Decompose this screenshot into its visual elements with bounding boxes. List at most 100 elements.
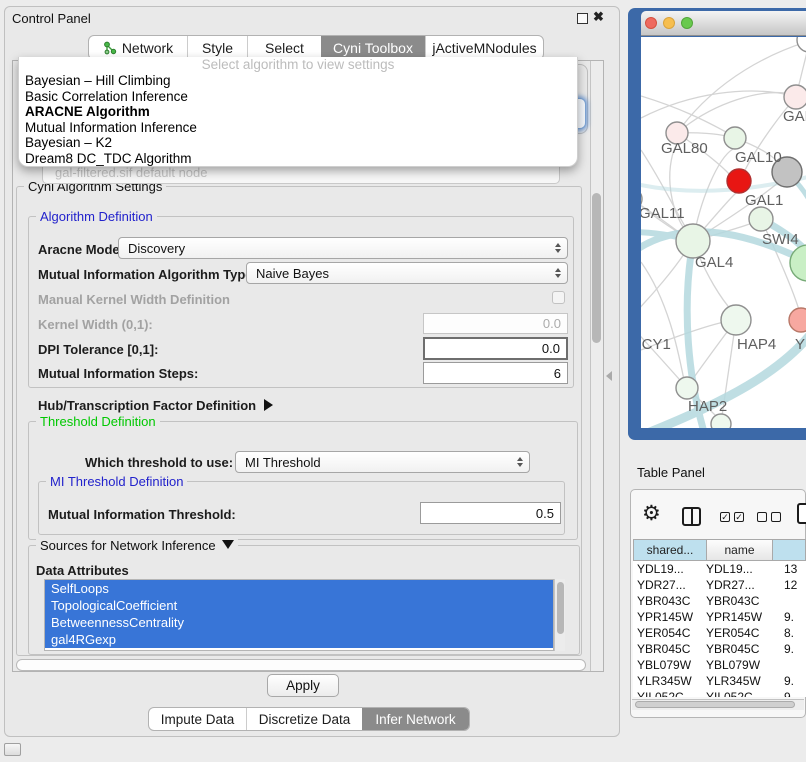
tab-network[interactable]: Network — [89, 36, 187, 59]
table-row[interactable]: YDR27...YDR27...12 — [633, 577, 806, 593]
settings-vscrollbar-thumb[interactable] — [592, 193, 601, 343]
network-graph: GAL GAL80 GAL10 GAL1 GAL11 SWI4 GAL4 GCY… — [641, 37, 806, 428]
node-label: Y — [795, 336, 805, 353]
mi-threshold-field[interactable]: 0.5 — [420, 502, 561, 524]
threshold-definition-legend: Threshold Definition — [36, 414, 160, 429]
node-label: GCY1 — [641, 336, 671, 353]
node-label: GAL4 — [695, 254, 733, 271]
manual-kernel-checkbox[interactable] — [552, 291, 565, 304]
column-header-partial[interactable] — [773, 539, 806, 561]
list-item[interactable]: SelfLoops — [45, 580, 553, 597]
popup-item[interactable]: Mutual Information Inference — [19, 120, 577, 136]
network-node[interactable] — [790, 245, 806, 281]
deselect-all-columns-icon[interactable] — [757, 512, 781, 522]
tab-style[interactable]: Style — [187, 36, 247, 59]
dpi-tolerance-label: DPI Tolerance [0,1]: — [38, 342, 158, 357]
popup-item-selected[interactable]: ARACNE Algorithm — [19, 104, 577, 120]
close-window-icon[interactable] — [645, 17, 657, 29]
dpi-tolerance-field[interactable]: 0.0 — [423, 337, 568, 360]
which-threshold-label: Which threshold to use: — [85, 455, 233, 470]
network-canvas[interactable]: GAL GAL80 GAL10 GAL1 GAL11 SWI4 GAL4 GCY… — [641, 37, 806, 428]
minimized-panel-icon[interactable] — [4, 743, 21, 756]
network-node-swi4[interactable] — [749, 207, 773, 231]
collapse-down-icon — [222, 540, 234, 549]
network-node-gal1[interactable] — [727, 169, 751, 193]
table-row[interactable]: YIL052CYIL052C9. — [633, 689, 806, 697]
cyni-bottom-tabbar: Impute Data Discretize Data Infer Networ… — [148, 707, 470, 731]
hub-section-toggle[interactable]: Hub/Transcription Factor Definition — [38, 398, 273, 413]
select-all-columns-icon[interactable]: ✓ ✓ — [720, 512, 744, 522]
mi-steps-label: Mutual Information Steps: — [38, 366, 198, 381]
kernel-width-field[interactable]: 0.0 — [423, 313, 568, 334]
table-row[interactable]: YER054CYER054C8. — [633, 625, 806, 641]
tab-discretize-data[interactable]: Discretize Data — [246, 708, 362, 730]
network-node[interactable] — [711, 414, 731, 428]
tab-select[interactable]: Select — [247, 36, 321, 59]
tab-label: Network — [122, 40, 173, 56]
list-item[interactable]: TopologicalCoefficient — [45, 597, 553, 614]
algorithm-dropdown-popup: Select algorithm to view settings Bayesi… — [18, 57, 578, 167]
tab-cyni-toolbox[interactable]: Cyni Toolbox — [321, 36, 425, 59]
data-attributes-list: SelfLoops TopologicalCoefficient Between… — [44, 579, 554, 651]
gear-icon[interactable]: ⚙ — [642, 503, 661, 524]
table-hscrollbar-thumb[interactable] — [635, 701, 795, 708]
zoom-window-icon[interactable] — [681, 17, 693, 29]
manual-kernel-label: Manual Kernel Width Definition — [38, 292, 230, 307]
node-label: SWI4 — [762, 231, 799, 248]
minimize-window-icon[interactable] — [663, 17, 675, 29]
attributes-list-scrollbar-thumb[interactable] — [557, 582, 564, 634]
mi-type-combo[interactable]: Naive Bayes — [246, 262, 568, 284]
network-node[interactable] — [797, 37, 806, 52]
columns-icon[interactable] — [682, 507, 701, 526]
algorithm-definition-legend: Algorithm Definition — [36, 209, 157, 224]
tab-infer-network[interactable]: Infer Network — [362, 708, 469, 730]
collapse-right-icon — [264, 399, 273, 411]
network-node-hap2[interactable] — [676, 377, 698, 399]
table-row[interactable]: YBR043CYBR043C — [633, 593, 806, 609]
checked-checkbox-icon: ✓ — [734, 512, 744, 522]
float-window-icon[interactable] — [577, 13, 588, 24]
unchecked-checkbox-icon — [771, 512, 781, 522]
tab-jactivemnodules[interactable]: jActiveMNodules — [425, 36, 543, 59]
network-node[interactable] — [789, 308, 806, 332]
table-row[interactable]: YBR045CYBR045C9. — [633, 641, 806, 657]
node-label: GAL80 — [661, 140, 708, 157]
network-node-gal4[interactable] — [676, 224, 710, 258]
table-row[interactable]: YBL079WYBL079W — [633, 657, 806, 673]
tab-impute-data[interactable]: Impute Data — [149, 708, 246, 730]
export-table-icon[interactable] — [797, 503, 806, 524]
network-node[interactable] — [784, 85, 806, 109]
kernel-width-label: Kernel Width (0,1): — [38, 317, 153, 332]
popup-item[interactable]: Bayesian – K2 — [19, 135, 577, 151]
table-row[interactable]: YLR345WYLR345W9. — [633, 673, 806, 689]
list-item[interactable]: gal4RGexp — [45, 631, 553, 648]
settings-vscrollbar[interactable] — [590, 61, 603, 671]
apply-button[interactable]: Apply — [267, 674, 339, 697]
popup-item[interactable]: Bayesian – Hill Climbing — [19, 73, 577, 89]
network-node-gal10[interactable] — [724, 127, 746, 149]
settings-hscrollbar[interactable] — [16, 659, 586, 671]
unchecked-checkbox-icon — [757, 512, 767, 522]
node-label: GAL11 — [641, 205, 685, 222]
which-threshold-combo[interactable]: MI Threshold — [235, 451, 530, 473]
splitter-handle[interactable] — [606, 371, 612, 381]
control-panel-title: Control Panel — [12, 11, 91, 26]
column-header-shared-name[interactable]: shared... — [633, 539, 707, 561]
table-panel-title: Table Panel — [637, 465, 705, 480]
node-label: HAP2 — [688, 398, 727, 415]
network-node-labels: GAL GAL80 GAL10 GAL1 GAL11 SWI4 GAL4 GCY… — [641, 108, 806, 415]
popup-item[interactable]: Basic Correlation Inference — [19, 89, 577, 105]
table-row[interactable]: YDL19...YDL19...13 — [633, 561, 806, 577]
table-row[interactable]: YPR145WYPR145W9. — [633, 609, 806, 625]
attributes-list-scrollbar[interactable] — [554, 579, 565, 651]
popup-placeholder: Select algorithm to view settings — [19, 57, 577, 73]
aracne-mode-combo[interactable]: Discovery — [118, 237, 568, 259]
network-node-hap4[interactable] — [721, 305, 751, 335]
list-item[interactable]: BetweennessCentrality — [45, 614, 553, 631]
sources-legend[interactable]: Sources for Network Inference — [36, 538, 238, 553]
aracne-mode-label: Aracne Mode: — [38, 242, 124, 257]
mi-steps-field[interactable]: 6 — [423, 362, 568, 384]
close-panel-icon[interactable]: ✖ — [593, 9, 604, 25]
popup-item[interactable]: Dream8 DC_TDC Algorithm — [19, 151, 577, 167]
column-header-name[interactable]: name — [707, 539, 773, 561]
